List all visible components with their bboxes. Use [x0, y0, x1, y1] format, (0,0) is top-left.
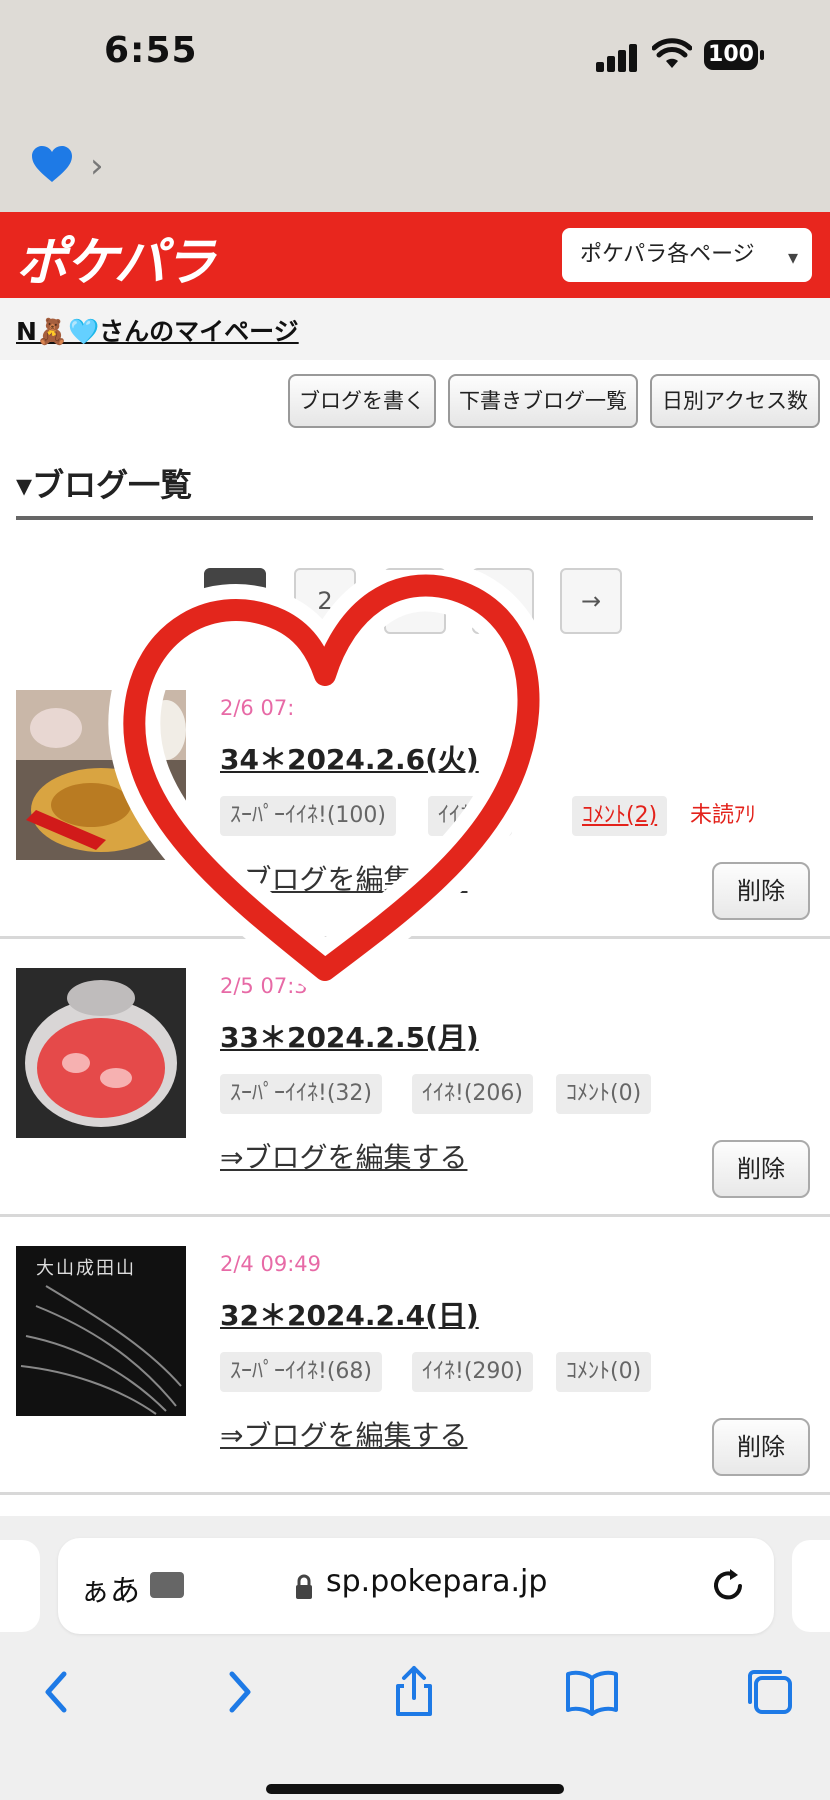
edit-blog-link[interactable]: ⇒ブログを編集する: [220, 1136, 467, 1176]
delete-button[interactable]: 削除: [712, 1140, 810, 1198]
site-header: ポケパラ ポケパラ各ページ ▾: [0, 212, 830, 298]
tabs-icon[interactable]: [740, 1662, 800, 1722]
next-tab-card[interactable]: [792, 1540, 830, 1632]
page-2-button[interactable]: 2: [294, 568, 356, 634]
clock: 6:55: [104, 30, 198, 71]
browser-toolbar: ぁあ sp.pokepara.jp: [0, 1516, 830, 1800]
edit-blog-link[interactable]: ⇒ブログを編集する: [220, 1414, 467, 1454]
page-settings-button[interactable]: ぁあ: [80, 1566, 140, 1610]
user-bar: N🧸🩵さんのマイページ: [0, 298, 830, 360]
site-logo[interactable]: ポケパラ: [16, 220, 216, 295]
entry-thumbnail[interactable]: 大山成田山: [16, 1246, 186, 1416]
page-select-label: ポケパラ各ページ: [580, 242, 755, 267]
comment-count: ｺﾒﾝﾄ(0): [556, 1074, 652, 1114]
address-bar[interactable]: ぁあ sp.pokepara.jp: [58, 1538, 774, 1634]
bookmarks-icon[interactable]: [562, 1662, 622, 1722]
blog-entry: 大山成田山 2/4 09:49 32＊2024.2.4(日) ｽｰﾊﾟｰｲｲﾈ!…: [0, 1216, 830, 1495]
thumbnail-art: [20, 1285, 182, 1415]
page-select-dropdown[interactable]: ポケパラ各ページ ▾: [562, 228, 812, 282]
entry-thumbnail[interactable]: [16, 690, 186, 860]
iine-count: ｲｲﾈ!(206): [412, 1074, 533, 1114]
forward-icon[interactable]: [208, 1662, 268, 1722]
unread-label: 未読ｱﾘ: [690, 803, 757, 828]
share-icon[interactable]: [384, 1662, 444, 1722]
status-bar: 6:55 100 ›: [0, 0, 830, 212]
wifi-icon: [652, 38, 692, 68]
previous-tab-card[interactable]: [0, 1540, 40, 1632]
mypage-link[interactable]: N🧸🩵さんのマイページ: [16, 312, 299, 348]
chevron-right-icon[interactable]: ›: [90, 146, 104, 186]
page-1-button[interactable]: 1: [204, 568, 266, 634]
dropdown-triangle-icon: ▾: [787, 245, 798, 269]
iine-count: ｲｲﾈ!(290): [412, 1352, 533, 1392]
iine-count: ｲｲﾈ!(1: [428, 796, 513, 836]
super-iine-count: ｽｰﾊﾟｰｲｲﾈ!(32): [220, 1074, 382, 1114]
section-title: ▾ブログ一覧: [16, 466, 193, 504]
lock-icon: [296, 1574, 312, 1599]
entry-title-link[interactable]: 34＊2024.2.6(火): [220, 738, 479, 778]
reload-icon[interactable]: [708, 1566, 748, 1606]
write-blog-button[interactable]: ブログを書く: [288, 374, 436, 428]
comment-count: ｺﾒﾝﾄ(0): [556, 1352, 652, 1392]
entry-date: 2/4 09:49: [220, 1252, 321, 1276]
blue-heart-icon[interactable]: [30, 144, 74, 184]
daily-access-button[interactable]: 日別アクセス数: [650, 374, 820, 428]
url-text[interactable]: sp.pokepara.jp: [326, 1564, 547, 1599]
battery-icon: 100: [704, 40, 764, 70]
home-indicator: [266, 1784, 564, 1794]
cellular-signal-icon: [596, 42, 640, 72]
edit-blog-link[interactable]: ⇒ブログを編集する: [220, 858, 467, 898]
entry-date: 2/5 07:3: [220, 974, 308, 998]
entry-title-link[interactable]: 32＊2024.2.4(日): [220, 1294, 479, 1334]
entry-date: 2/6 07:: [220, 696, 295, 720]
delete-button[interactable]: 削除: [712, 862, 810, 920]
divider: [16, 516, 813, 520]
draft-list-button[interactable]: 下書きブログ一覧: [448, 374, 638, 428]
page-4-button[interactable]: 4: [472, 568, 534, 634]
page-3-button[interactable]: 3: [384, 568, 446, 634]
next-page-button[interactable]: →: [560, 568, 622, 634]
entry-thumbnail[interactable]: [16, 968, 186, 1138]
delete-button[interactable]: 削除: [712, 1418, 810, 1476]
super-iine-count: ｽｰﾊﾟｰｲｲﾈ!(100): [220, 796, 396, 836]
super-iine-count: ｽｰﾊﾟｰｲｲﾈ!(68): [220, 1352, 382, 1392]
entry-title-link[interactable]: 33＊2024.2.5(月): [220, 1016, 479, 1056]
comment-link[interactable]: ｺﾒﾝﾄ(2): [572, 796, 668, 836]
extension-icon[interactable]: [150, 1572, 184, 1598]
blog-entry: 2/6 07: 34＊2024.2.6(火) ｽｰﾊﾟｰｲｲﾈ!(100) ｲｲ…: [0, 660, 830, 939]
back-icon[interactable]: [28, 1662, 88, 1722]
blog-entry: 2/5 07:3 33＊2024.2.5(月) ｽｰﾊﾟｰｲｲﾈ!(32) ｲｲ…: [0, 938, 830, 1217]
